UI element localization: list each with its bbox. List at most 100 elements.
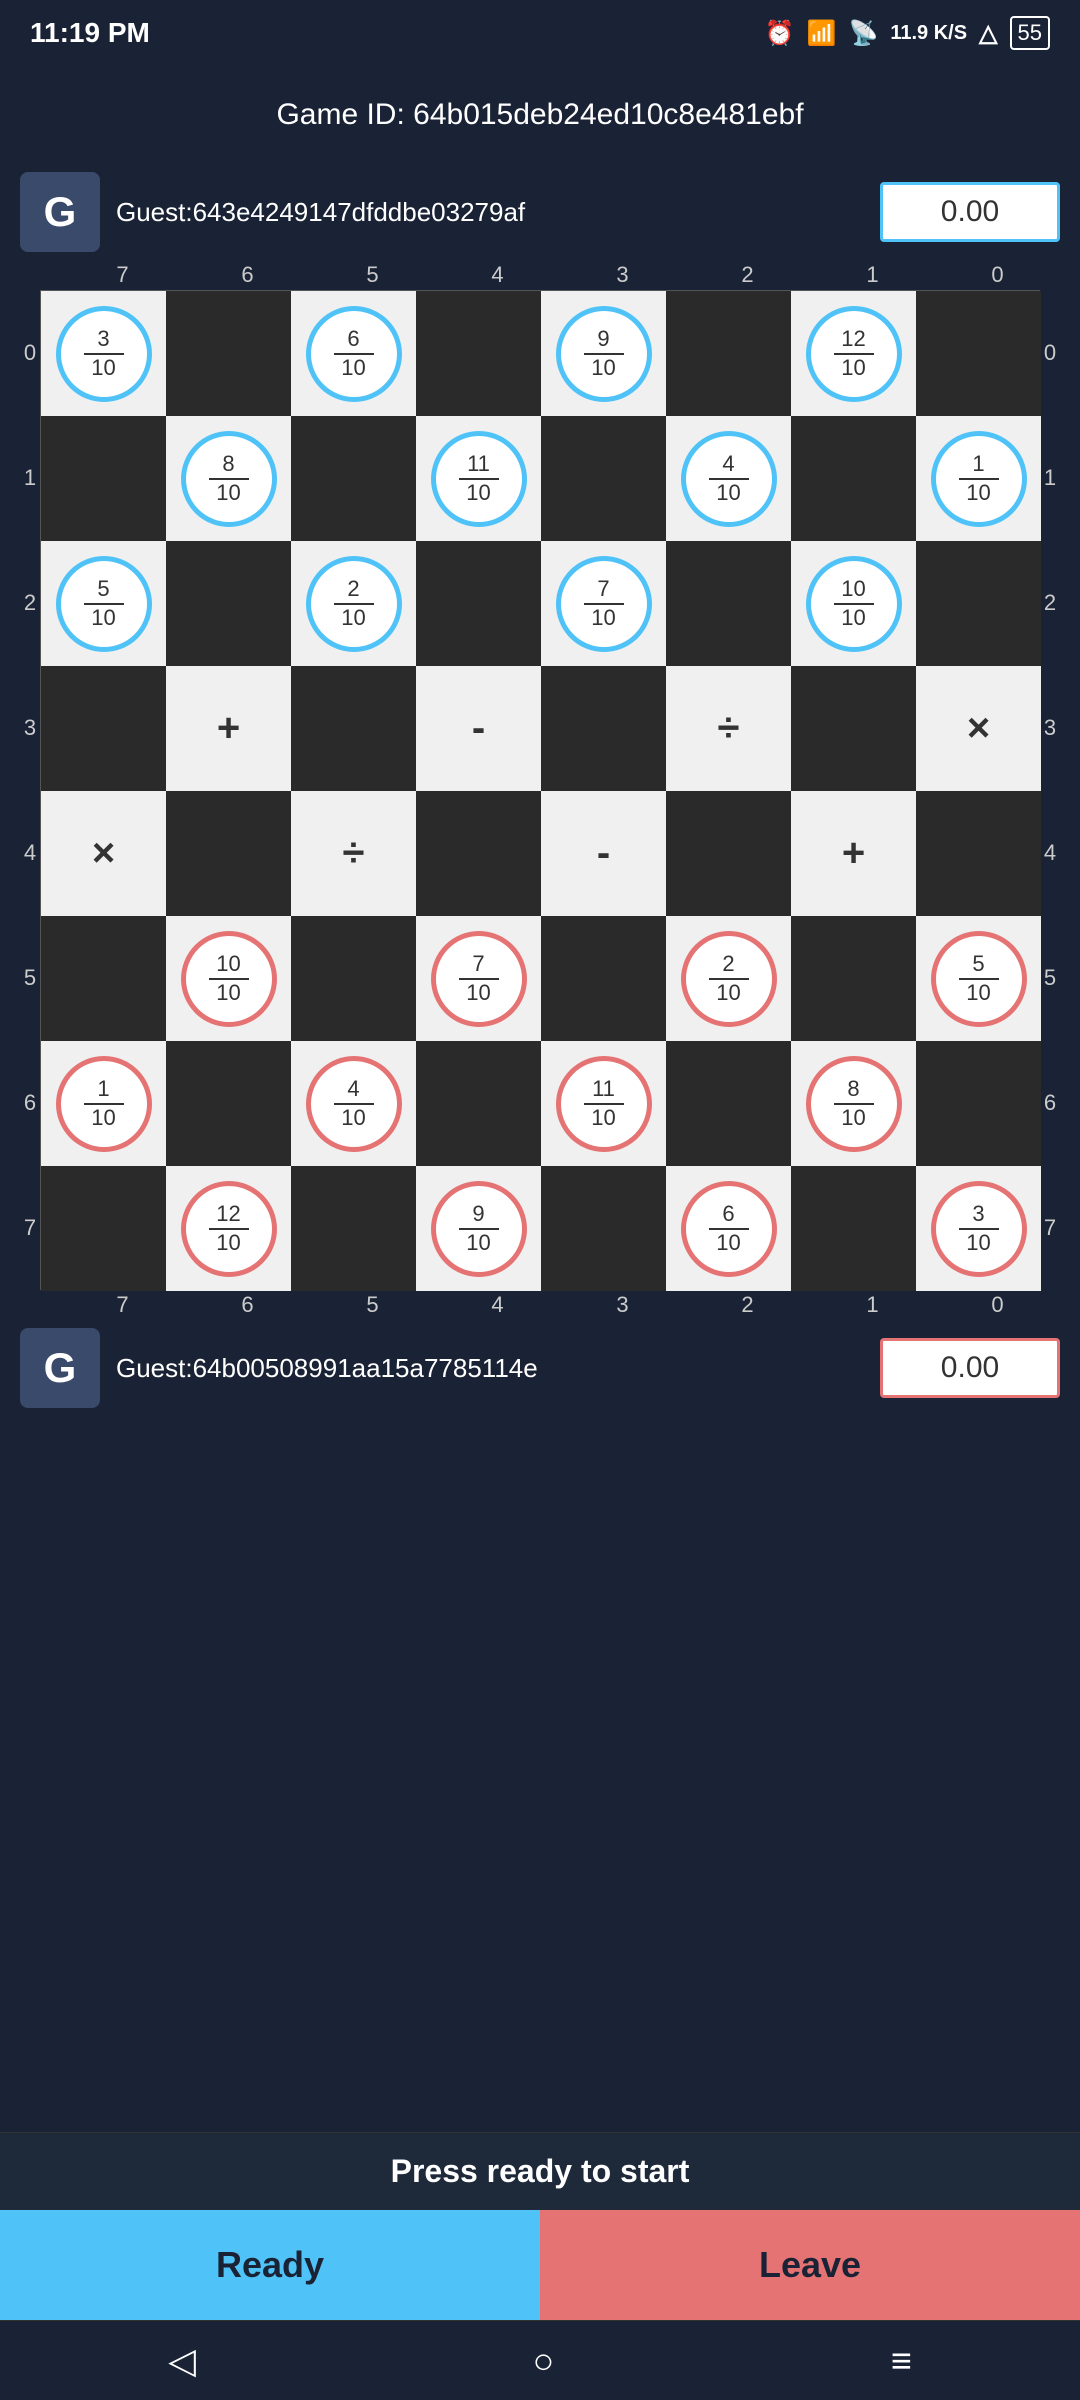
piece-red-8-10[interactable]: 8 10 bbox=[806, 1056, 902, 1152]
piece-blue-2-10[interactable]: 2 10 bbox=[306, 556, 402, 652]
cell-3-7[interactable] bbox=[41, 666, 166, 791]
cell-1-4[interactable]: 11 10 bbox=[416, 416, 541, 541]
status-bar: 11:19 PM ⏰ 📶 📡 11.9 K/S △ 55 bbox=[0, 0, 1080, 58]
cell-6-3[interactable]: 11 10 bbox=[541, 1041, 666, 1166]
cell-4-6[interactable] bbox=[166, 791, 291, 916]
cell-7-0[interactable]: 3 10 bbox=[916, 1166, 1041, 1291]
cell-7-7[interactable] bbox=[41, 1166, 166, 1291]
cell-5-0[interactable]: 5 10 bbox=[916, 916, 1041, 1041]
cell-7-4[interactable]: 9 10 bbox=[416, 1166, 541, 1291]
cell-1-1[interactable] bbox=[791, 416, 916, 541]
board-with-labels: 0 1 2 3 4 5 6 7 3 10 bbox=[20, 290, 1060, 1290]
cell-1-6[interactable]: 8 10 bbox=[166, 416, 291, 541]
cell-2-3[interactable]: 7 10 bbox=[541, 541, 666, 666]
cell-5-4[interactable]: 7 10 bbox=[416, 916, 541, 1041]
cell-0-0[interactable] bbox=[916, 291, 1041, 416]
menu-icon[interactable]: ≡ bbox=[891, 2340, 912, 2382]
piece-blue-5-10[interactable]: 5 10 bbox=[56, 556, 152, 652]
ready-button[interactable]: Ready bbox=[0, 2210, 540, 2320]
cell-4-1[interactable]: + bbox=[791, 791, 916, 916]
piece-red-5-10[interactable]: 5 10 bbox=[931, 931, 1027, 1027]
cell-5-7[interactable] bbox=[41, 916, 166, 1041]
piece-red-11-10[interactable]: 11 10 bbox=[556, 1056, 652, 1152]
cell-5-5[interactable] bbox=[291, 916, 416, 1041]
cell-3-5[interactable] bbox=[291, 666, 416, 791]
cell-2-7[interactable]: 5 10 bbox=[41, 541, 166, 666]
cell-3-0[interactable]: × bbox=[916, 666, 1041, 791]
cell-3-4[interactable]: - bbox=[416, 666, 541, 791]
cell-6-5[interactable]: 4 10 bbox=[291, 1041, 416, 1166]
cell-0-6[interactable] bbox=[166, 291, 291, 416]
piece-blue-6-10[interactable]: 6 10 bbox=[306, 306, 402, 402]
cell-2-5[interactable]: 2 10 bbox=[291, 541, 416, 666]
cell-7-5[interactable] bbox=[291, 1166, 416, 1291]
cell-7-2[interactable]: 6 10 bbox=[666, 1166, 791, 1291]
back-icon[interactable]: ◁ bbox=[168, 2340, 196, 2382]
piece-red-1-10[interactable]: 1 10 bbox=[56, 1056, 152, 1152]
piece-red-7-10[interactable]: 7 10 bbox=[431, 931, 527, 1027]
cell-1-0[interactable]: 1 10 bbox=[916, 416, 1041, 541]
piece-blue-1-10[interactable]: 1 10 bbox=[931, 431, 1027, 527]
cell-4-7[interactable]: × bbox=[41, 791, 166, 916]
cell-5-1[interactable] bbox=[791, 916, 916, 1041]
cell-6-4[interactable] bbox=[416, 1041, 541, 1166]
piece-blue-9-10[interactable]: 9 10 bbox=[556, 306, 652, 402]
cell-4-3[interactable]: - bbox=[541, 791, 666, 916]
cell-4-2[interactable] bbox=[666, 791, 791, 916]
cell-6-1[interactable]: 8 10 bbox=[791, 1041, 916, 1166]
game-board[interactable]: 3 10 6 10 9 bbox=[40, 290, 1040, 1290]
cell-7-6[interactable]: 12 10 bbox=[166, 1166, 291, 1291]
home-icon[interactable]: ○ bbox=[532, 2340, 554, 2382]
cell-5-2[interactable]: 2 10 bbox=[666, 916, 791, 1041]
cell-2-4[interactable] bbox=[416, 541, 541, 666]
piece-blue-4-10[interactable]: 4 10 bbox=[681, 431, 777, 527]
piece-red-4-10[interactable]: 4 10 bbox=[306, 1056, 402, 1152]
piece-blue-3-10[interactable]: 3 10 bbox=[56, 306, 152, 402]
cell-2-6[interactable] bbox=[166, 541, 291, 666]
cell-6-7[interactable]: 1 10 bbox=[41, 1041, 166, 1166]
cell-3-3[interactable] bbox=[541, 666, 666, 791]
cell-3-6[interactable]: + bbox=[166, 666, 291, 791]
piece-red-9-10[interactable]: 9 10 bbox=[431, 1181, 527, 1277]
piece-blue-11-10[interactable]: 11 10 bbox=[431, 431, 527, 527]
cell-0-2[interactable] bbox=[666, 291, 791, 416]
cell-4-0[interactable] bbox=[916, 791, 1041, 916]
cell-1-7[interactable] bbox=[41, 416, 166, 541]
piece-blue-7-10-r2[interactable]: 7 10 bbox=[556, 556, 652, 652]
piece-red-10-10[interactable]: 10 10 bbox=[181, 931, 277, 1027]
cell-0-7[interactable]: 3 10 bbox=[41, 291, 166, 416]
cell-3-2[interactable]: ÷ bbox=[666, 666, 791, 791]
cell-0-3[interactable]: 9 10 bbox=[541, 291, 666, 416]
press-ready-text: Press ready to start bbox=[0, 2132, 1080, 2210]
cell-5-6[interactable]: 10 10 bbox=[166, 916, 291, 1041]
cell-5-3[interactable] bbox=[541, 916, 666, 1041]
cell-4-4[interactable] bbox=[416, 791, 541, 916]
cell-7-3[interactable] bbox=[541, 1166, 666, 1291]
piece-red-6-10[interactable]: 6 10 bbox=[681, 1181, 777, 1277]
piece-blue-12-10[interactable]: 12 10 bbox=[806, 306, 902, 402]
cell-1-2[interactable]: 4 10 bbox=[666, 416, 791, 541]
piece-blue-8-10[interactable]: 8 10 bbox=[181, 431, 277, 527]
cell-1-3[interactable] bbox=[541, 416, 666, 541]
piece-red-2-10[interactable]: 2 10 bbox=[681, 931, 777, 1027]
cell-2-1[interactable]: 10 10 bbox=[791, 541, 916, 666]
piece-red-3-10[interactable]: 3 10 bbox=[931, 1181, 1027, 1277]
cell-3-1[interactable] bbox=[791, 666, 916, 791]
operator-div-r3: ÷ bbox=[718, 706, 740, 751]
cell-2-0[interactable] bbox=[916, 541, 1041, 666]
cell-0-5[interactable]: 6 10 bbox=[291, 291, 416, 416]
leave-button[interactable]: Leave bbox=[540, 2210, 1080, 2320]
cell-7-1[interactable] bbox=[791, 1166, 916, 1291]
cell-6-2[interactable] bbox=[666, 1041, 791, 1166]
piece-red-12-10[interactable]: 12 10 bbox=[181, 1181, 277, 1277]
piece-blue-10-10[interactable]: 10 10 bbox=[806, 556, 902, 652]
cell-0-1[interactable]: 12 10 bbox=[791, 291, 916, 416]
cell-6-0[interactable] bbox=[916, 1041, 1041, 1166]
cell-0-4[interactable] bbox=[416, 291, 541, 416]
cell-4-5[interactable]: ÷ bbox=[291, 791, 416, 916]
cell-1-5[interactable] bbox=[291, 416, 416, 541]
player2-info: G Guest:64b00508991aa15a7785114e 0.00 bbox=[20, 1328, 1060, 1408]
cell-2-2[interactable] bbox=[666, 541, 791, 666]
cell-6-6[interactable] bbox=[166, 1041, 291, 1166]
operator-minus-r3: - bbox=[472, 706, 485, 751]
